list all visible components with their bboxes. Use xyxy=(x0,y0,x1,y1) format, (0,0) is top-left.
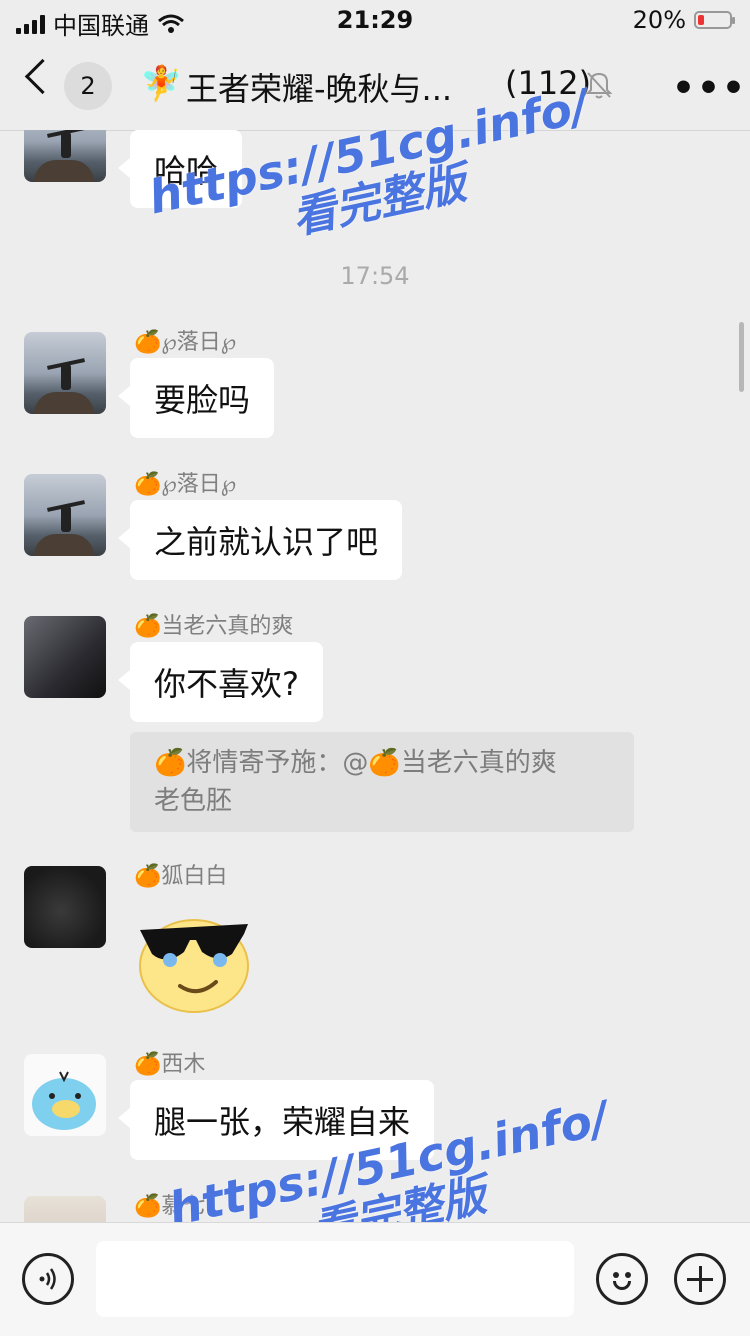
member-count: (112) xyxy=(505,64,592,102)
message-text: 腿一张，荣耀自来 xyxy=(154,1103,411,1141)
emoji-eye xyxy=(613,1272,619,1278)
cool-sunglasses-emoji[interactable] xyxy=(136,910,254,1014)
sender-name: 🍊℘落日℘ xyxy=(134,330,237,355)
avatar[interactable] xyxy=(24,130,106,182)
plus-icon[interactable] xyxy=(674,1253,726,1305)
chat-title[interactable]: 王者荣耀-晚秋与... xyxy=(186,64,496,110)
sender-name: 🍊慕七 xyxy=(134,1194,206,1219)
chat-header: 2 🧚 王者荣耀-晚秋与... (112) ••• xyxy=(0,42,750,131)
status-right: 20% xyxy=(632,6,735,34)
emoji-mouth xyxy=(613,1281,631,1290)
avatar[interactable] xyxy=(24,474,106,556)
scrollbar[interactable] xyxy=(739,322,744,392)
battery-percent: 20% xyxy=(632,6,686,34)
fairy-icon: 🧚 xyxy=(140,64,183,104)
message-bubble[interactable]: 腿一张，荣耀自来 xyxy=(117,1080,435,1160)
avatar[interactable] xyxy=(24,616,106,698)
status-bar: 中国联通 21:29 20% xyxy=(0,0,750,40)
emoji-icon[interactable] xyxy=(596,1253,648,1305)
voice-waves-icon xyxy=(39,1268,56,1290)
emoji-eye xyxy=(625,1272,631,1278)
bell-off-icon xyxy=(585,72,613,99)
duck-avatar-image xyxy=(32,1071,96,1130)
voice-icon[interactable] xyxy=(22,1253,74,1305)
battery-fill xyxy=(698,15,704,25)
avatar[interactable] xyxy=(24,1196,106,1222)
message-bubble[interactable]: 你不喜欢? xyxy=(118,642,323,722)
avatar[interactable] xyxy=(24,866,106,948)
message-bubble[interactable]: 之前就认识了吧 xyxy=(117,500,403,580)
message-bubble[interactable]: 哈哈 xyxy=(117,130,243,208)
avatar[interactable] xyxy=(24,332,106,414)
message-text: 要脸吗 xyxy=(154,381,251,419)
quoted-reply[interactable]: 🍊将情寄予施：@🍊当老六真的爽 老色胚 xyxy=(130,732,634,832)
message-bubble[interactable]: 要脸吗 xyxy=(117,358,275,438)
sender-name: 🍊西木 xyxy=(134,1052,206,1077)
sender-name: 🍊狐白白 xyxy=(134,864,228,889)
sender-name: 🍊℘落日℘ xyxy=(134,472,237,497)
message-text: 之前就认识了吧 xyxy=(154,523,379,561)
quote-line: 🍊将情寄予施：@🍊当老六真的爽 xyxy=(154,748,557,778)
message-text: 哈哈 xyxy=(154,152,219,190)
message-text: 你不喜欢? xyxy=(154,665,299,703)
plus-bar xyxy=(698,1266,702,1292)
sender-name: 🍊当老六真的爽 xyxy=(134,614,294,639)
battery-icon xyxy=(694,11,735,29)
back-chevron-icon[interactable] xyxy=(24,58,61,95)
input-bar xyxy=(0,1222,750,1336)
message-input[interactable] xyxy=(96,1241,574,1317)
unread-count-badge[interactable]: 2 xyxy=(64,62,112,110)
timestamp: 17:54 xyxy=(340,262,410,290)
quote-line: 老色胚 xyxy=(154,786,233,816)
avatar[interactable] xyxy=(24,1054,106,1136)
more-icon[interactable]: ••• xyxy=(672,68,747,109)
message-list[interactable]: 哈哈 17:54 🍊℘落日℘ 要脸吗 🍊℘落日℘ 之前就认识了吧 🍊当老六真的爽… xyxy=(0,130,750,1222)
